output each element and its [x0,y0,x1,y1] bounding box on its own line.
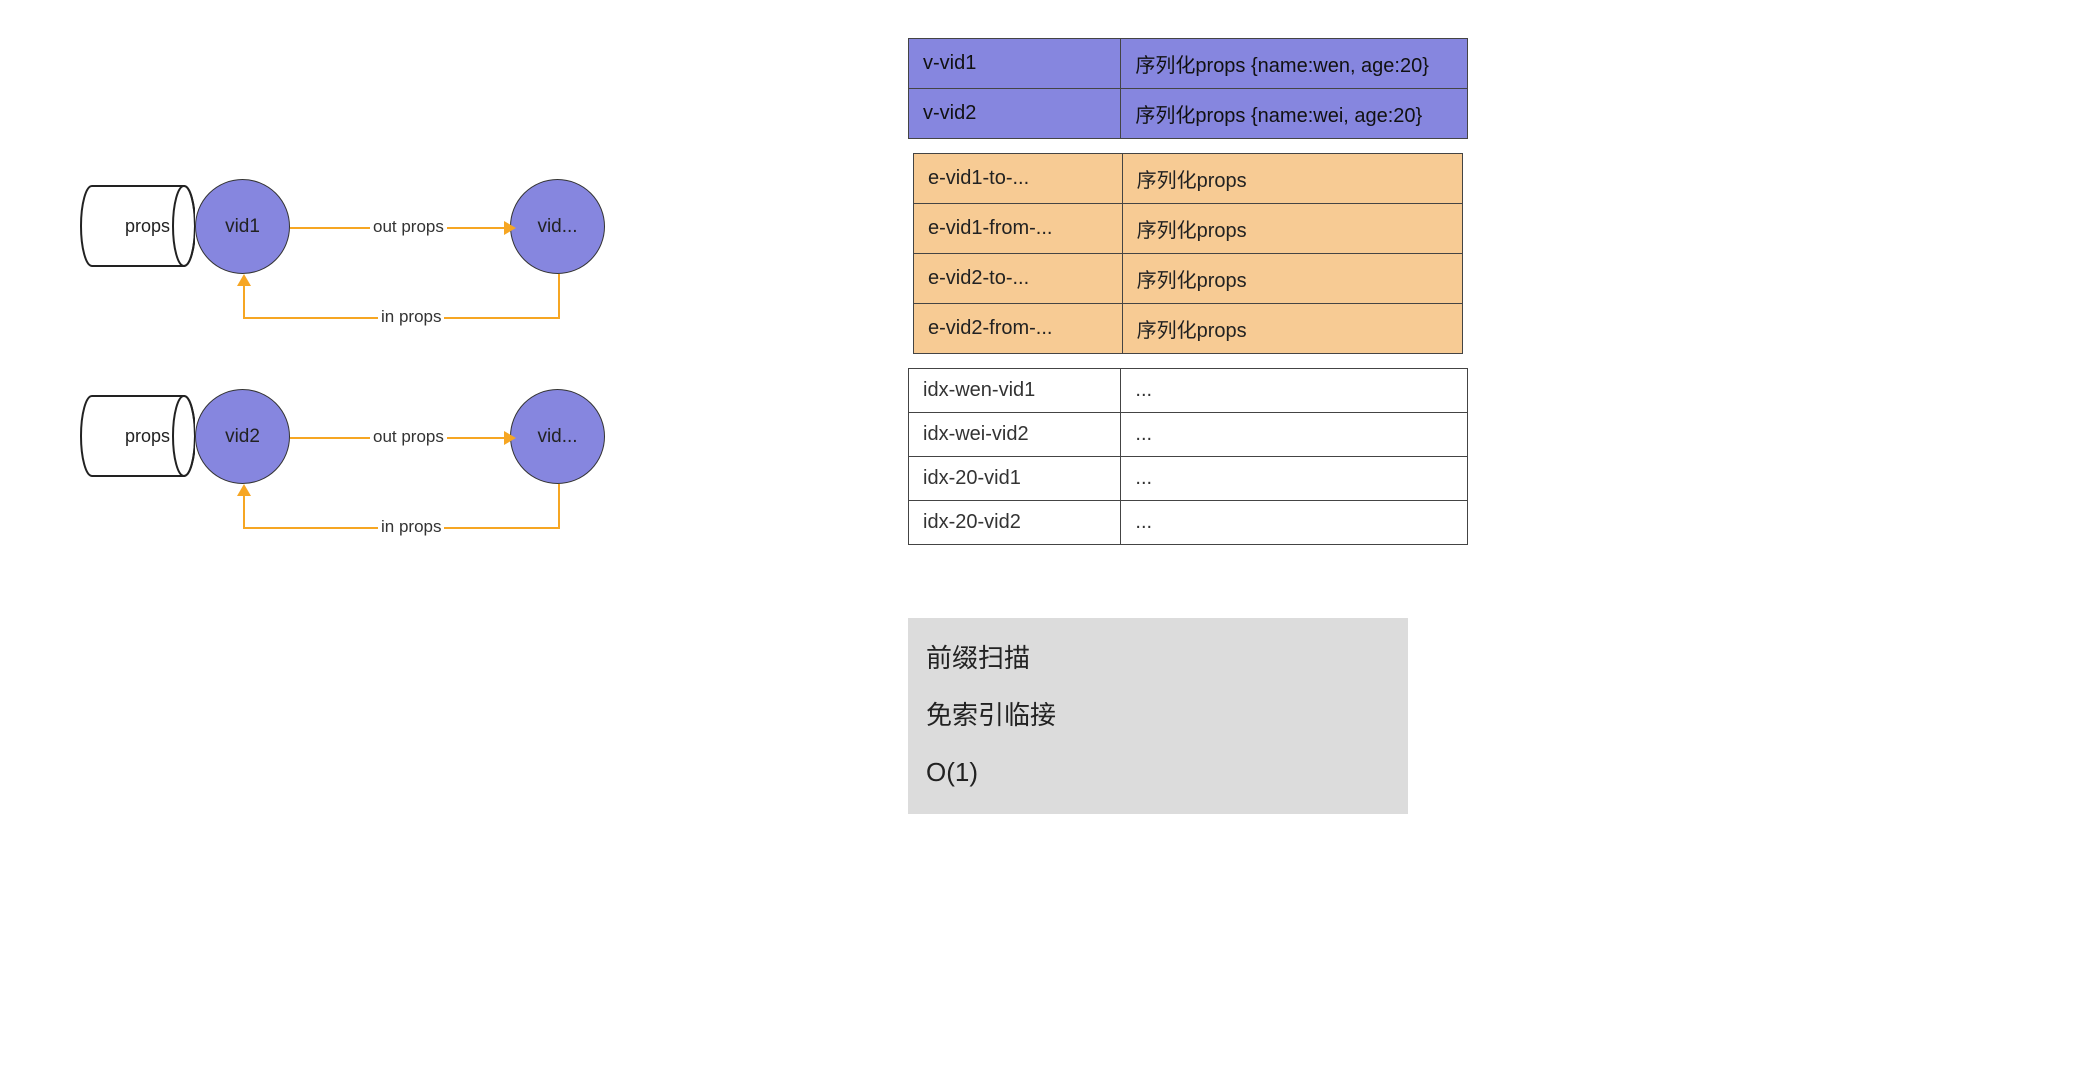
arrowhead-right-icon [504,221,516,235]
cell-key: v-vid1 [909,39,1121,89]
cell-key: idx-wen-vid1 [909,369,1121,413]
cell-key: idx-20-vid2 [909,501,1121,545]
node-label: vid... [537,216,577,238]
props-label: props [125,426,170,446]
cell-key: v-vid2 [909,89,1121,139]
cell-key: e-vid2-from-... [914,304,1123,354]
note-line: 免索引临接 [926,687,1390,744]
cell-val: ... [1121,501,1468,545]
vertex-table: v-vid1序列化props {name:wen, age:20} v-vid2… [908,38,1468,139]
cell-val: ... [1121,457,1468,501]
graph-node-vid-ellipsis: vid... [510,179,605,274]
arrowhead-up-icon [237,274,251,286]
cylinder-icon: props [80,185,195,267]
graph-block-1: props vid1 vid... out props in props [80,175,780,375]
cell-key: e-vid1-to-... [914,154,1123,204]
cell-val: 序列化props {name:wen, age:20} [1121,39,1468,89]
index-table: idx-wen-vid1... idx-wei-vid2... idx-20-v… [908,368,1468,545]
graph-node-vid2: vid2 [195,389,290,484]
table-row: e-vid1-to-...序列化props [914,154,1463,204]
out-edge-label: out props [370,427,447,447]
cylinder-icon: props [80,395,195,477]
graph-node-vid-ellipsis: vid... [510,389,605,484]
in-edge-line [243,284,245,319]
arrowhead-right-icon [504,431,516,445]
table-row: idx-wen-vid1... [909,369,1468,413]
cell-key: e-vid2-to-... [914,254,1123,304]
cell-val: 序列化props {name:wei, age:20} [1121,89,1468,139]
node-label: vid... [537,426,577,448]
node-label: vid1 [225,216,260,238]
table-row: v-vid2序列化props {name:wei, age:20} [909,89,1468,139]
props-label: props [125,216,170,236]
edge-table: e-vid1-to-...序列化props e-vid1-from-...序列化… [913,153,1463,354]
graph-block-2: props vid2 vid... out props in props [80,385,780,585]
node-label: vid2 [225,426,260,448]
cell-key: idx-20-vid1 [909,457,1121,501]
cell-val: 序列化props [1122,204,1462,254]
in-edge-label: in props [378,307,444,327]
in-edge-label: in props [378,517,444,537]
table-row: e-vid2-from-...序列化props [914,304,1463,354]
graph-panel: props vid1 vid... out props in props pro… [80,175,780,595]
cell-val: 序列化props [1122,154,1462,204]
table-row: idx-20-vid1... [909,457,1468,501]
graph-node-vid1: vid1 [195,179,290,274]
notes-box: 前缀扫描 免索引临接 O(1) [908,618,1408,814]
cell-val: ... [1121,413,1468,457]
arrowhead-up-icon [237,484,251,496]
table-row: e-vid2-to-...序列化props [914,254,1463,304]
table-row: e-vid1-from-...序列化props [914,204,1463,254]
table-row: idx-20-vid2... [909,501,1468,545]
out-edge-label: out props [370,217,447,237]
table-row: idx-wei-vid2... [909,413,1468,457]
note-line: O(1) [926,744,1390,801]
note-line: 前缀扫描 [926,630,1390,687]
cell-val: 序列化props [1122,304,1462,354]
tables-panel: v-vid1序列化props {name:wen, age:20} v-vid2… [908,38,1468,559]
cell-val: ... [1121,369,1468,413]
cell-key: e-vid1-from-... [914,204,1123,254]
cell-val: 序列化props [1122,254,1462,304]
cell-key: idx-wei-vid2 [909,413,1121,457]
table-row: v-vid1序列化props {name:wen, age:20} [909,39,1468,89]
in-edge-line [558,484,560,529]
in-edge-line [243,494,245,529]
in-edge-line [558,274,560,319]
